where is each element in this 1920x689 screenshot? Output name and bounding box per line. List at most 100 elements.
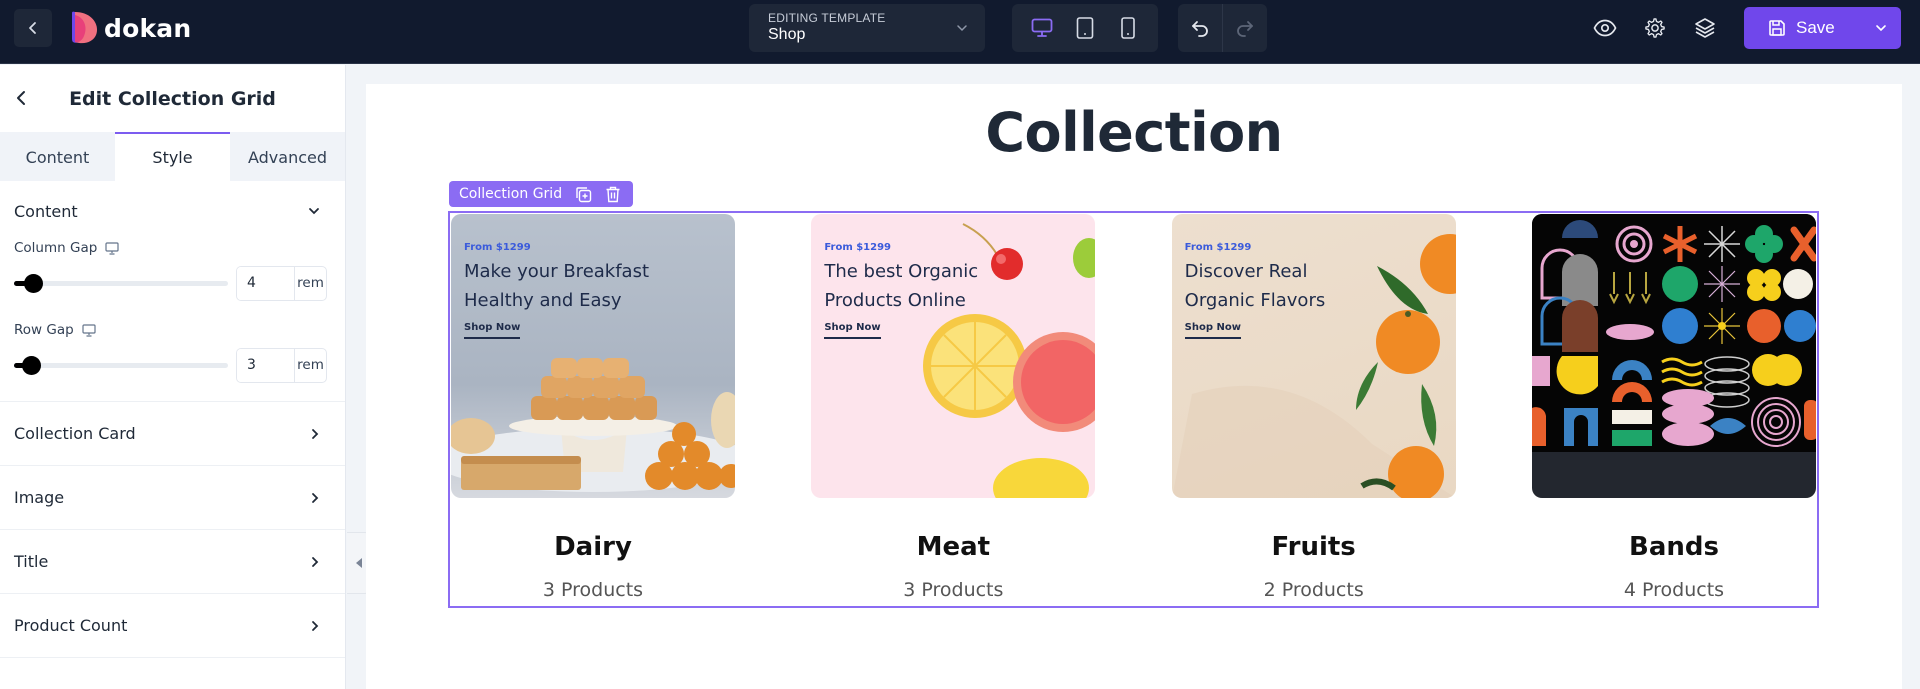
chevron-right-icon xyxy=(312,556,319,567)
banner-shop-now-link[interactable]: Shop Now xyxy=(824,322,881,339)
column-gap-label-row: Column Gap xyxy=(14,237,331,259)
column-gap-label: Column Gap xyxy=(14,240,98,256)
dokan-logo[interactable]: dokan xyxy=(70,11,191,45)
collection-product-count: 3 Products xyxy=(903,579,1004,601)
settings-button[interactable] xyxy=(1641,14,1669,42)
logo-text: dokan xyxy=(104,13,192,43)
layers-button[interactable] xyxy=(1691,14,1719,42)
collection-product-count: 2 Products xyxy=(1263,579,1364,601)
collection-grid-row: From $1299 Make your Breakfast Healthy a… xyxy=(450,213,1817,606)
section-collection-card[interactable]: Collection Card xyxy=(0,401,345,465)
banner-shop-now-link[interactable]: Shop Now xyxy=(1184,322,1241,339)
row-gap-label: Row Gap xyxy=(14,322,74,338)
collection-card-dairy[interactable]: From $1299 Make your Breakfast Healthy a… xyxy=(451,213,735,606)
duplicate-button[interactable] xyxy=(574,185,592,203)
slider-thumb[interactable] xyxy=(24,274,43,293)
tab-style[interactable]: Style xyxy=(115,132,230,181)
row-gap-label-row: Row Gap xyxy=(14,319,331,341)
section-title: Title xyxy=(14,552,49,571)
banner-text: From $1299 Make your Breakfast Healthy a… xyxy=(464,242,649,339)
row-gap-slider[interactable] xyxy=(14,353,228,377)
section-content-toggle[interactable]: Content xyxy=(0,185,345,237)
row-gap-control: Row Gap rem xyxy=(0,319,345,383)
preview-button[interactable] xyxy=(1591,14,1619,42)
section-title: Image xyxy=(14,488,65,507)
save-options-button[interactable] xyxy=(1861,21,1901,35)
section-product-count[interactable]: Product Count xyxy=(0,593,345,657)
floppy-disk-icon xyxy=(1769,20,1785,36)
collection-title[interactable]: Fruits xyxy=(1172,532,1456,562)
collection-heading[interactable]: Collection xyxy=(366,101,1902,164)
collection-title[interactable]: Meat xyxy=(811,532,1095,562)
banner-headline-2: Organic Flavors xyxy=(1184,290,1326,311)
collection-image[interactable]: From $1299 Make your Breakfast Healthy a… xyxy=(451,214,735,498)
row-gap-input[interactable] xyxy=(237,348,294,382)
chevron-down-icon xyxy=(957,25,967,32)
tab-advanced[interactable]: Advanced xyxy=(230,132,345,181)
caret-left-icon xyxy=(355,558,362,568)
page-canvas: Collection Collection Grid From $1299 Ma… xyxy=(366,84,1902,689)
column-gap-number: rem xyxy=(236,265,327,301)
column-gap-control: Column Gap rem xyxy=(0,237,345,301)
banner-price: From $1299 xyxy=(824,242,892,253)
undo-button[interactable] xyxy=(1178,4,1222,52)
device-switcher xyxy=(1012,4,1158,52)
chevron-left-icon xyxy=(29,22,36,34)
column-gap-input[interactable] xyxy=(237,266,294,300)
section-divider xyxy=(0,657,345,658)
redo-button[interactable] xyxy=(1223,4,1267,52)
collection-card-meat[interactable]: From $1299 The best Organic Products Onl… xyxy=(811,213,1096,606)
device-mobile-button[interactable] xyxy=(1110,10,1146,46)
device-desktop-button[interactable] xyxy=(1024,10,1060,46)
section-content-title: Content xyxy=(14,201,78,221)
section-image[interactable]: Image xyxy=(0,465,345,529)
collection-image[interactable]: From $1299 Discover Real Organic Flavors… xyxy=(1171,214,1456,498)
geometric-shapes-illustration xyxy=(1531,214,1816,452)
delete-button[interactable] xyxy=(604,185,622,203)
panel-header: Edit Collection Grid xyxy=(0,65,345,132)
desktop-icon[interactable] xyxy=(105,241,119,255)
column-gap-slider[interactable] xyxy=(14,271,228,295)
banner-price: From $1299 xyxy=(1184,242,1252,253)
slider-track xyxy=(14,281,228,286)
collection-image[interactable] xyxy=(1531,214,1816,498)
desktop-icon[interactable] xyxy=(82,323,96,337)
undo-icon xyxy=(1192,21,1208,37)
panel-back-button[interactable] xyxy=(10,87,32,109)
section-title-style[interactable]: Title xyxy=(0,529,345,593)
edit-panel: Edit Collection Grid Content Style Advan… xyxy=(0,65,346,689)
row-gap-number: rem xyxy=(236,347,327,383)
banner-text: From $1299 The best Organic Products Onl… xyxy=(824,242,978,339)
column-gap-unit[interactable]: rem xyxy=(294,266,326,300)
slider-thumb[interactable] xyxy=(22,356,41,375)
banner-text: From $1299 Discover Real Organic Flavors… xyxy=(1184,242,1326,339)
save-button[interactable]: Save xyxy=(1744,18,1861,38)
trash-icon xyxy=(606,186,620,202)
tab-content[interactable]: Content xyxy=(0,132,115,181)
eye-icon xyxy=(1593,19,1617,37)
panel-title: Edit Collection Grid xyxy=(69,87,276,110)
collection-title[interactable]: Bands xyxy=(1532,532,1816,562)
device-tablet-button[interactable] xyxy=(1067,10,1103,46)
collection-product-count: 3 Products xyxy=(542,579,644,601)
collection-title[interactable]: Dairy xyxy=(451,532,735,562)
top-bar: dokan EDITING TEMPLATE Shop Save xyxy=(0,0,1920,64)
save-button-group: Save xyxy=(1744,7,1901,49)
banner-headline-2: Healthy and Easy xyxy=(464,290,622,311)
selected-block-label[interactable]: Collection Grid xyxy=(459,186,562,202)
banner-shop-now-link[interactable]: Shop Now xyxy=(464,322,521,339)
duplicate-icon xyxy=(575,186,591,202)
chevron-right-icon xyxy=(312,492,319,503)
row-gap-unit[interactable]: rem xyxy=(294,348,326,382)
back-button[interactable] xyxy=(14,9,52,47)
banner-headline-1: The best Organic xyxy=(824,261,979,282)
collection-image[interactable]: From $1299 The best Organic Products Onl… xyxy=(811,214,1096,498)
collection-grid[interactable]: From $1299 Make your Breakfast Healthy a… xyxy=(448,211,1819,608)
selected-block-toolbar: Collection Grid xyxy=(449,181,634,207)
tablet-icon xyxy=(1076,17,1094,39)
chevron-right-icon xyxy=(312,620,319,631)
template-selector[interactable]: EDITING TEMPLATE Shop xyxy=(749,4,985,52)
collection-card-bands[interactable]: Bands 4 Products xyxy=(1531,213,1816,606)
chevron-down-icon xyxy=(1876,25,1886,32)
collection-card-fruits[interactable]: From $1299 Discover Real Organic Flavors… xyxy=(1171,213,1456,606)
